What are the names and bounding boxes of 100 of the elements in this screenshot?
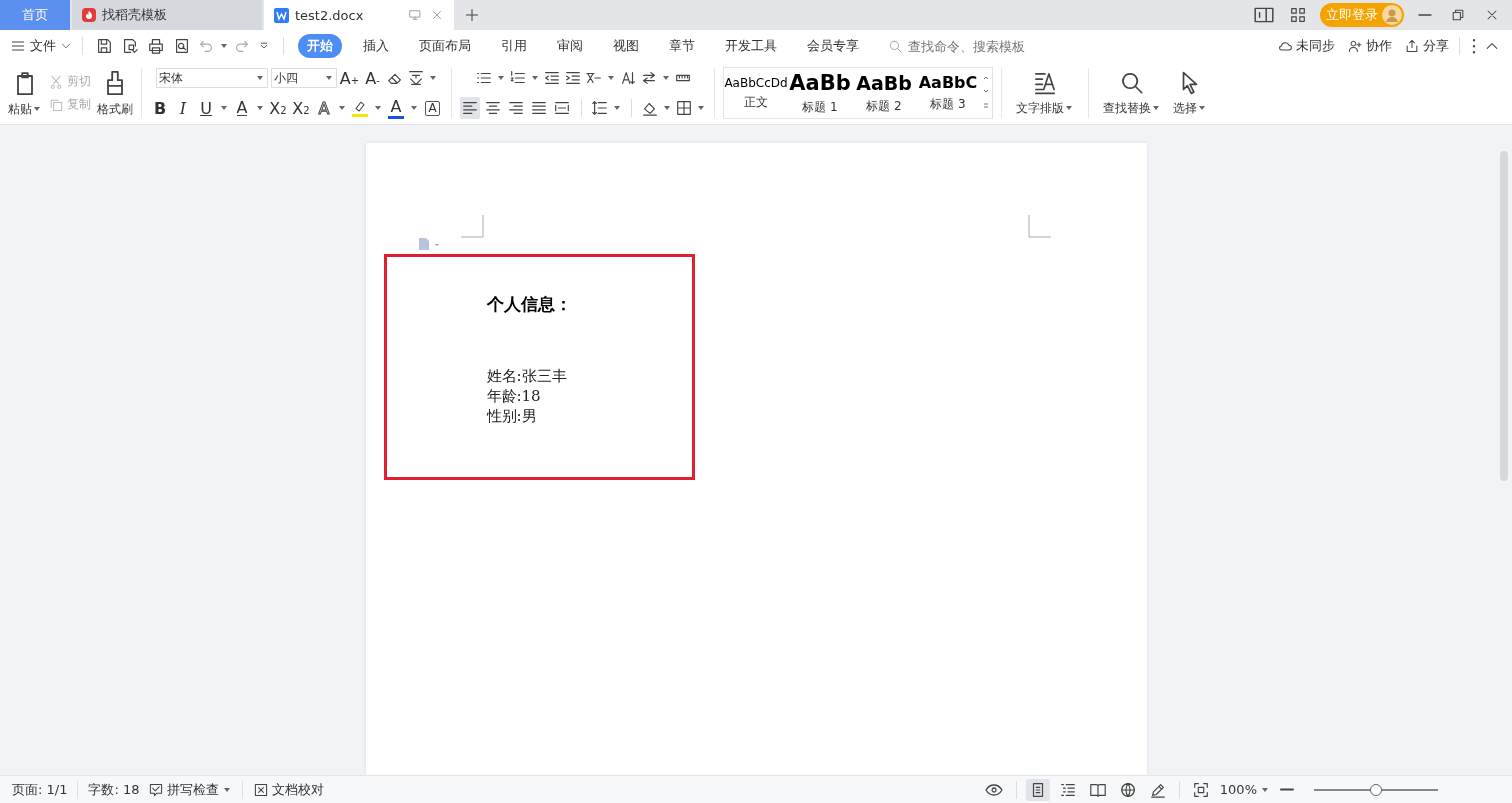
print-preview-icon: [173, 37, 191, 55]
align-right-icon: [507, 99, 525, 117]
format-painter-button[interactable]: 格式刷: [97, 68, 133, 118]
caret-icon: [662, 76, 669, 80]
ribbon-tab[interactable]: 页面布局: [410, 34, 480, 58]
monitor-icon: [408, 8, 422, 22]
minimize-icon: [1418, 14, 1432, 16]
caret-icon: [221, 44, 227, 48]
caret-icon: [34, 107, 40, 111]
alignment-button[interactable]: [460, 97, 480, 119]
font-size-select[interactable]: 小四: [270, 68, 337, 88]
indent-icon: [563, 69, 582, 87]
document-line: 年龄:18: [486, 386, 542, 406]
search-icon: [888, 38, 903, 54]
style-option[interactable]: AaBbC 标题 3: [916, 68, 980, 118]
format-button[interactable]: B: [150, 97, 170, 119]
header-action[interactable]: 分享: [1404, 37, 1449, 55]
format-button[interactable]: A: [386, 97, 406, 119]
add-person-icon: [1347, 38, 1363, 54]
ribbon-tab[interactable]: 会员专享: [798, 34, 868, 58]
spell-check-icon: [147, 781, 164, 798]
font-name-select[interactable]: 宋体: [155, 68, 268, 88]
globe-icon: [1118, 780, 1137, 799]
caret-icon: [1066, 106, 1072, 110]
format-button[interactable]: A: [314, 97, 334, 119]
proofread-icon: [252, 781, 269, 798]
caret-icon: [497, 76, 504, 80]
align-center-icon: [484, 99, 502, 117]
caret-icon: [325, 76, 332, 80]
close-icon: [430, 8, 444, 22]
more-options-icon: [1472, 38, 1476, 54]
format-button[interactable]: A: [232, 97, 252, 119]
caret-icon: [339, 106, 345, 110]
caret-icon: [257, 106, 263, 110]
outdent-icon: [542, 69, 561, 87]
share-icon: [1404, 38, 1420, 54]
align-left-icon: [461, 99, 479, 117]
ribbon-tab[interactable]: 视图: [604, 34, 648, 58]
caret-icon: [698, 106, 704, 110]
document-tab[interactable]: test2.docx: [264, 0, 454, 30]
save-icon: [95, 37, 113, 55]
style-option[interactable]: AaBbCcDd 正文: [724, 68, 788, 118]
document-tab[interactable]: 找稻壳模板: [72, 0, 262, 30]
ribbon-tab[interactable]: 插入: [354, 34, 398, 58]
document-heading: 个人信息：: [486, 293, 573, 316]
ribbon-tab[interactable]: 开发工具: [716, 34, 786, 58]
fit-page-icon: [1191, 780, 1210, 799]
format-button[interactable]: U: [196, 97, 216, 119]
pinyin-icon: [406, 69, 425, 87]
style-option[interactable]: AaBb 标题 2: [852, 68, 916, 118]
flame-icon: [82, 8, 96, 22]
menu-icon: [10, 38, 26, 54]
caret-icon: [664, 106, 670, 110]
apps-icon: [1289, 6, 1307, 24]
caret-icon: [221, 106, 227, 110]
ribbon-tab[interactable]: 引用: [492, 34, 536, 58]
paste-button[interactable]: 粘贴: [8, 68, 42, 118]
caret-icon: [429, 76, 436, 80]
style-option[interactable]: AaBb 标题 1: [788, 68, 852, 118]
header-action[interactable]: 未同步: [1277, 37, 1335, 55]
command-search-field[interactable]: 查找命令、搜索模板: [888, 37, 1050, 55]
slider-thumb[interactable]: [1370, 783, 1382, 796]
caret-icon: [411, 106, 417, 110]
caret-icon: [531, 76, 538, 80]
export-icon: [121, 37, 139, 55]
file-menu[interactable]: 文件: [10, 37, 72, 55]
caret-icon: [607, 76, 614, 80]
page-count: 页面: 1/1: [12, 780, 68, 799]
format-button[interactable]: A: [425, 100, 440, 116]
caret-icon: [1199, 106, 1205, 110]
spell-check-button[interactable]: 拼写检查: [147, 780, 232, 799]
margin-corner-mark: [460, 215, 484, 238]
caret-icon: [1262, 787, 1268, 792]
zoom-level-button[interactable]: 100%: [1219, 782, 1270, 797]
ribbon-tab[interactable]: 章节: [660, 34, 704, 58]
format-button[interactable]: I: [173, 97, 193, 119]
document-line: 性别:男: [486, 406, 538, 426]
print-icon: [147, 37, 165, 55]
justify-icon: [530, 99, 548, 117]
caret-icon: [256, 76, 263, 80]
view-mode-button[interactable]: [1025, 778, 1050, 801]
ribbon-tab[interactable]: 审阅: [548, 34, 592, 58]
highlighter-icon: [352, 99, 368, 114]
document-icon: [274, 7, 289, 23]
borders-icon: [675, 99, 693, 117]
caret-icon: [614, 106, 620, 110]
paragraph-options-icon: [417, 238, 440, 250]
header-action[interactable]: 协作: [1347, 37, 1392, 55]
word-count: 字数: 18: [88, 780, 140, 799]
caret-icon: [223, 787, 230, 792]
tool-button[interactable]: 文字排版: [1016, 69, 1074, 117]
caret-icon: [1153, 106, 1159, 110]
document-line: 姓名:张三丰: [486, 366, 568, 386]
scissors-icon: [48, 73, 64, 90]
line-spacing-icon: [591, 99, 609, 117]
tool-button[interactable]: 选择: [1173, 69, 1207, 117]
tool-button[interactable]: 查找替换: [1103, 69, 1161, 117]
margin-corner-mark: [1027, 215, 1051, 238]
proofread-button[interactable]: 文档校对: [252, 780, 324, 799]
plus-icon: [464, 7, 480, 23]
